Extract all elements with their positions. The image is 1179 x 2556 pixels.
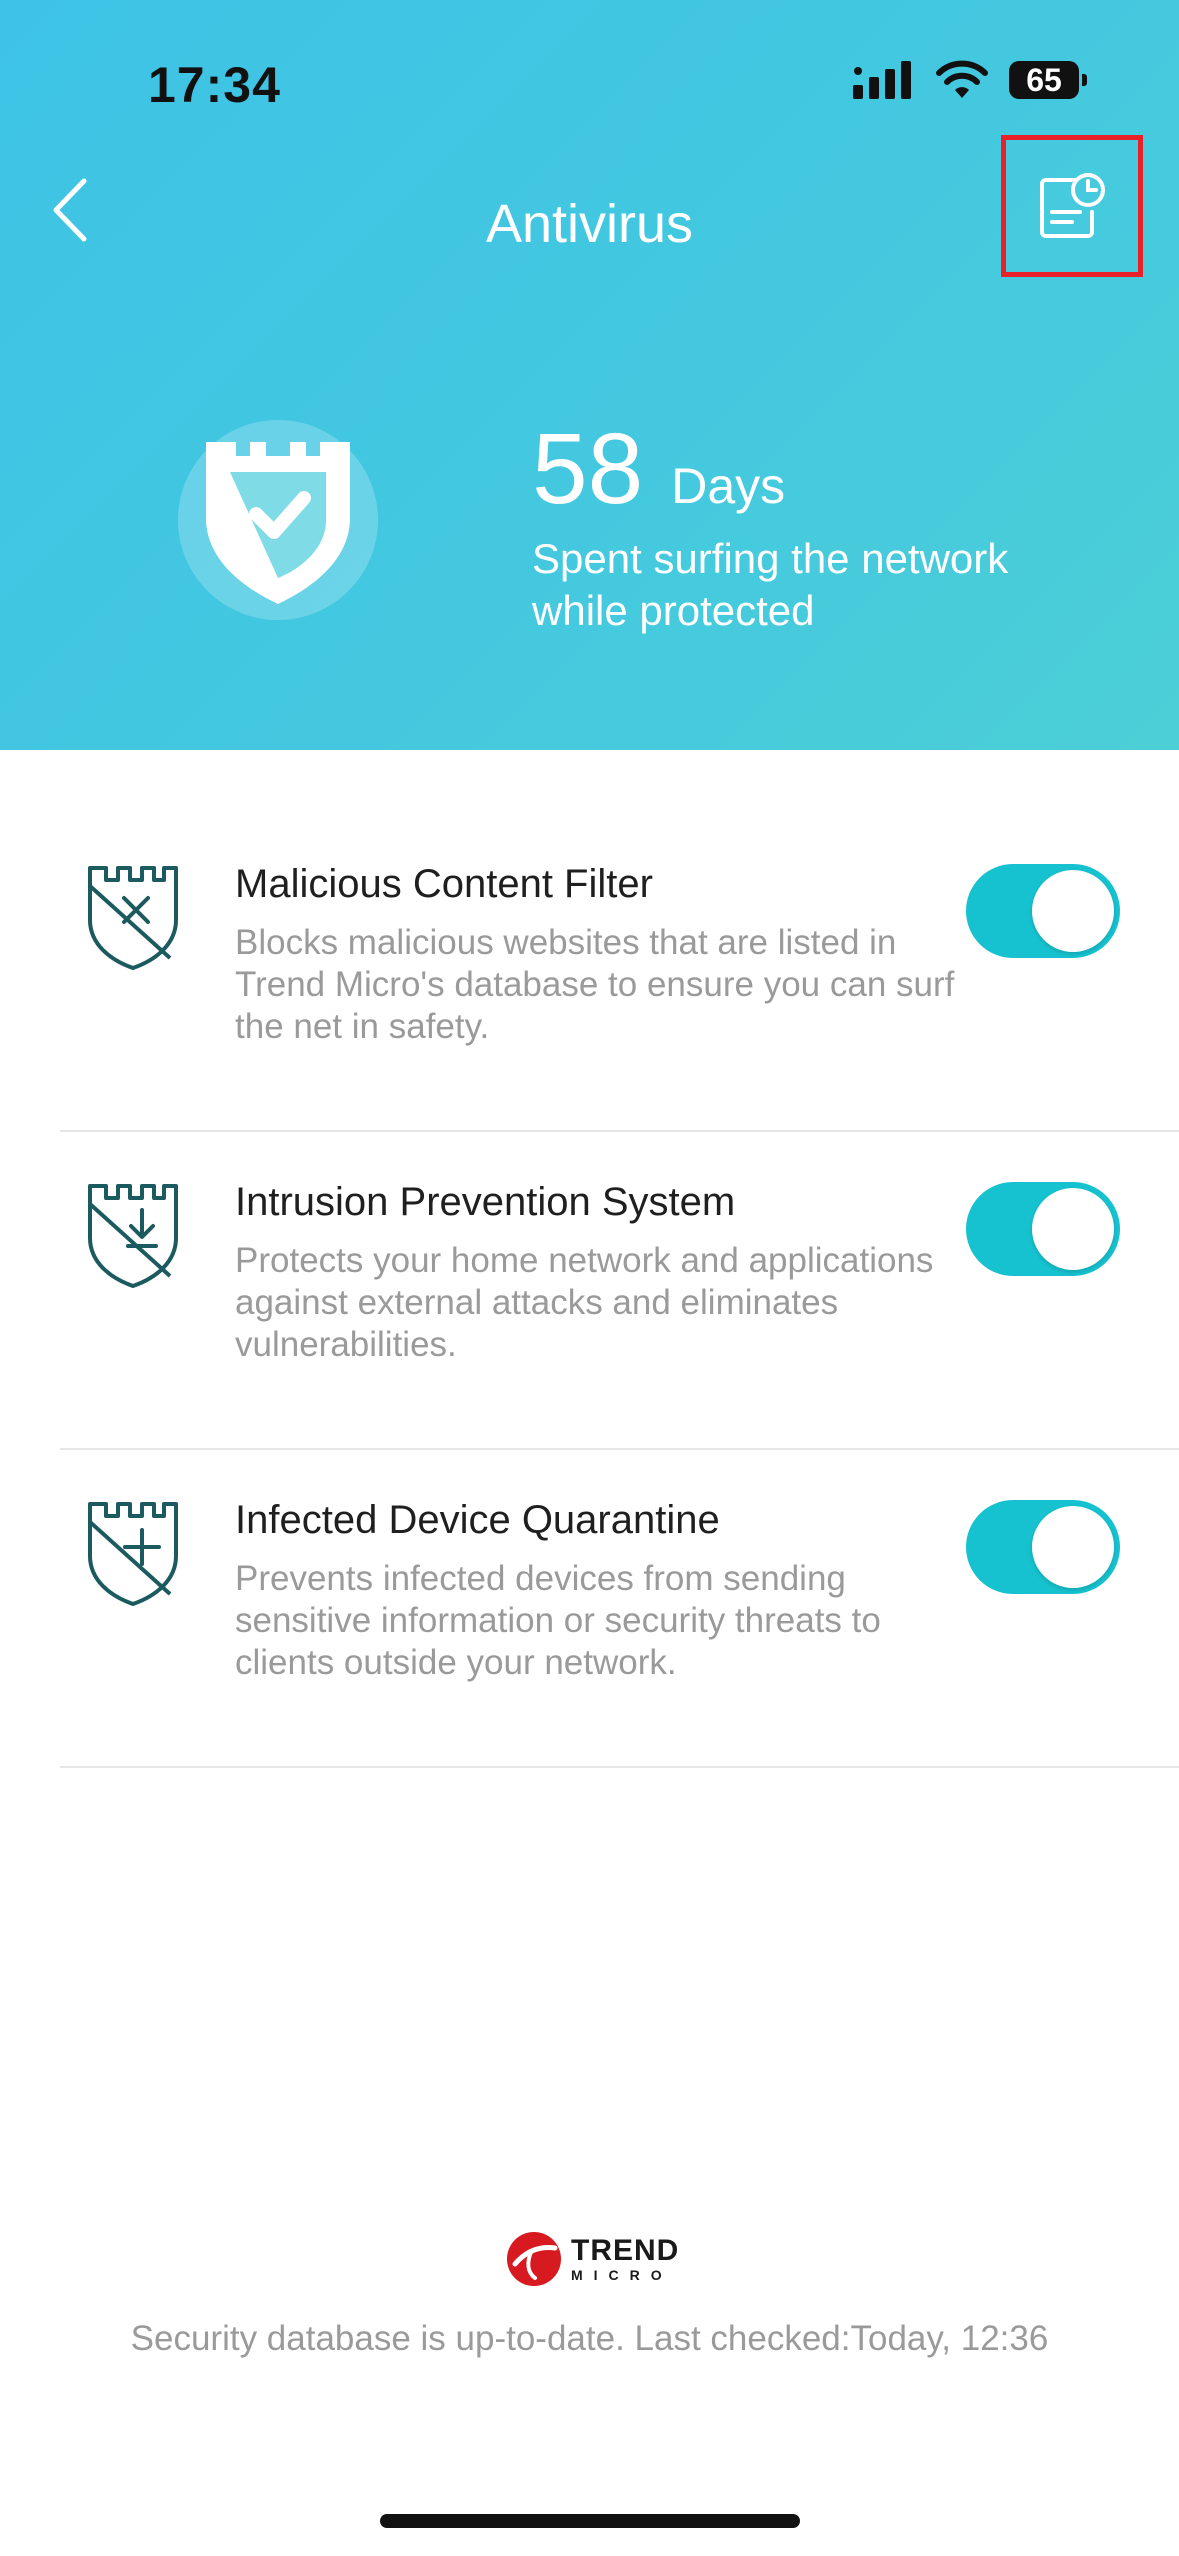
shield-x-icon bbox=[88, 866, 178, 970]
battery-level: 65 bbox=[1026, 61, 1062, 98]
feature-description: Protects your home network and applicati… bbox=[235, 1241, 934, 1364]
database-status-text: Security database is up-to-date. Last ch… bbox=[130, 2319, 1049, 2358]
shield-plus-icon bbox=[88, 1502, 178, 1606]
days-unit: Days bbox=[671, 458, 786, 514]
feature-row-malicious-content-filter: Malicious Content Filter Blocks maliciou… bbox=[60, 814, 1179, 1132]
history-log-button[interactable] bbox=[1001, 135, 1143, 277]
feature-title: Malicious Content Filter bbox=[235, 862, 653, 906]
feature-row-intrusion-prevention: Intrusion Prevention System Protects you… bbox=[60, 1132, 1179, 1450]
feature-title: Intrusion Prevention System bbox=[235, 1180, 736, 1224]
days-counter: 58 Days bbox=[532, 412, 785, 527]
status-icons: 65 bbox=[853, 60, 1087, 100]
days-description: Spent surfing the network while protecte… bbox=[532, 535, 1009, 634]
toggle-knob bbox=[1032, 870, 1114, 952]
shield-download-icon bbox=[88, 1184, 178, 1288]
feature-description: Prevents infected devices from sending s… bbox=[235, 1559, 881, 1682]
feature-description: Blocks malicious websites that are liste… bbox=[235, 923, 955, 1046]
header-banner: 17:34 65 Antivirus 58 Days Spent surfing… bbox=[0, 0, 1179, 750]
wifi-icon bbox=[936, 60, 988, 98]
trend-micro-ball-icon bbox=[507, 2232, 561, 2286]
infected-device-quarantine-toggle[interactable] bbox=[966, 1500, 1120, 1594]
trend-micro-logo: TREND MICRO bbox=[505, 2230, 679, 2288]
toggle-knob bbox=[1032, 1188, 1114, 1270]
status-time: 17:34 bbox=[148, 57, 281, 113]
malicious-content-filter-toggle[interactable] bbox=[966, 864, 1120, 958]
brand-name-line2: MICRO bbox=[571, 2267, 673, 2283]
feature-title: Infected Device Quarantine bbox=[235, 1498, 720, 1542]
feature-row-infected-device-quarantine: Infected Device Quarantine Prevents infe… bbox=[60, 1450, 1179, 1768]
days-number: 58 bbox=[532, 413, 644, 525]
toggle-knob bbox=[1032, 1506, 1114, 1588]
document-clock-icon bbox=[1040, 173, 1105, 238]
intrusion-prevention-toggle[interactable] bbox=[966, 1182, 1120, 1276]
shield-check-icon bbox=[178, 420, 378, 620]
brand-name-line1: TREND bbox=[571, 2234, 680, 2267]
home-indicator[interactable] bbox=[380, 2514, 800, 2528]
cellular-signal-icon bbox=[853, 61, 911, 99]
battery-indicator: 65 bbox=[1009, 61, 1087, 99]
